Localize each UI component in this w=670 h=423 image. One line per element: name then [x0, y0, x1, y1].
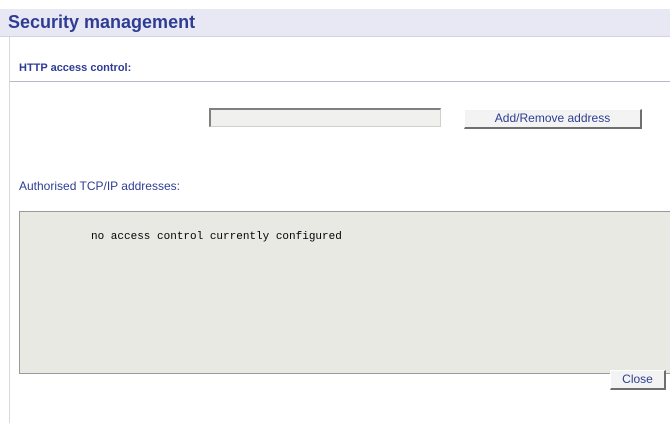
authorised-addresses-label: Authorised TCP/IP addresses:: [19, 179, 180, 193]
page-title: Security management: [8, 12, 196, 32]
close-button[interactable]: Close: [610, 370, 666, 390]
add-remove-address-button[interactable]: Add/Remove address: [464, 109, 642, 129]
address-input[interactable]: [209, 108, 441, 127]
no-access-control-message: no access control currently configured: [91, 231, 342, 243]
http-access-control-label: HTTP access control:: [19, 62, 132, 74]
section-divider: [10, 81, 670, 82]
left-divider: [9, 37, 10, 423]
